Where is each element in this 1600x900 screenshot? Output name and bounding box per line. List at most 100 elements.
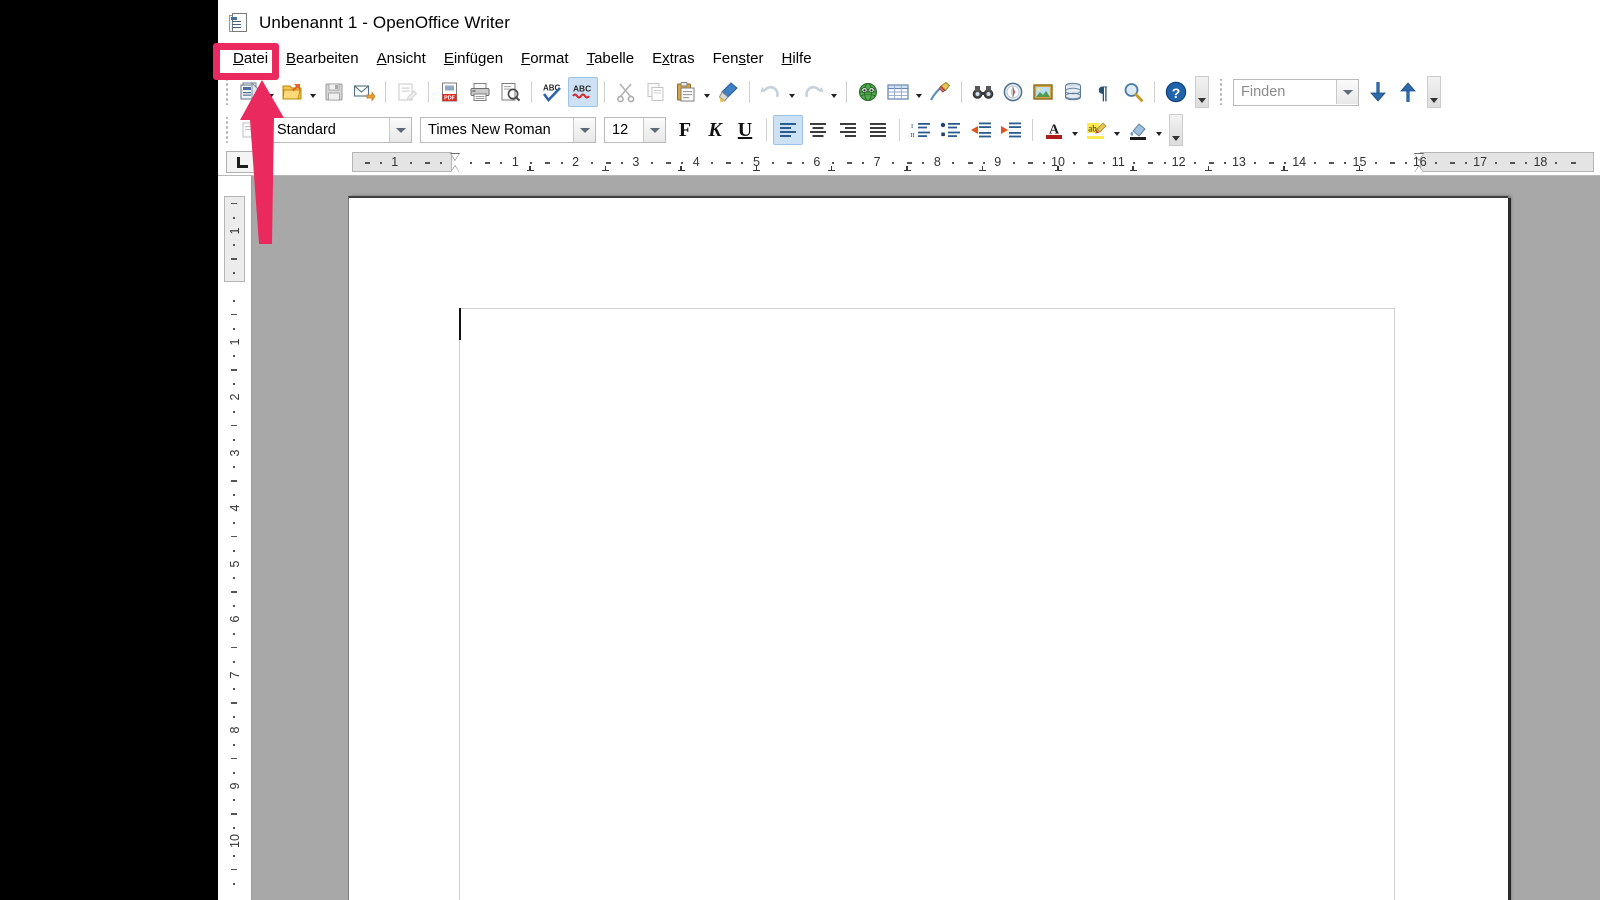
find-toolbar-grip[interactable] — [1217, 79, 1226, 105]
ruler-default-tab[interactable] — [1280, 166, 1288, 172]
new-document-icon[interactable] — [235, 77, 265, 107]
copy-icon[interactable] — [641, 77, 671, 107]
find-dropdown-icon[interactable] — [1336, 80, 1358, 104]
ruler-default-tab[interactable] — [1356, 166, 1363, 172]
ruler-left-indent-marker[interactable] — [449, 153, 461, 172]
cut-icon[interactable] — [611, 77, 641, 107]
font-color-dropdown-icon[interactable] — [1069, 116, 1081, 144]
menu-item-ansicht[interactable]: Ansicht — [368, 48, 435, 70]
background-color-icon[interactable] — [1123, 115, 1153, 145]
clone-formatting-icon[interactable] — [713, 77, 743, 107]
find-toolbar-overflow-icon[interactable] — [1427, 76, 1441, 108]
print-icon[interactable] — [465, 77, 495, 107]
zoom-icon[interactable] — [1118, 77, 1148, 107]
menu-item-datei[interactable]: Datei — [224, 48, 277, 70]
menu-item-tabelle[interactable]: Tabelle — [578, 48, 644, 70]
ruler-default-tab[interactable] — [677, 166, 685, 172]
highlighting-icon[interactable]: ab — [1081, 115, 1111, 145]
drawing-functions-icon[interactable] — [925, 77, 955, 107]
navigator-icon[interactable] — [998, 77, 1028, 107]
align-left-icon[interactable] — [773, 115, 803, 145]
find-input-value[interactable]: Finden — [1234, 84, 1336, 100]
find-previous-icon[interactable] — [1393, 77, 1423, 107]
italic-button[interactable]: K — [700, 115, 730, 145]
font-size-combo[interactable]: 12 — [604, 117, 666, 143]
menu-item-hilfe[interactable]: Hilfe — [773, 48, 821, 70]
send-email-icon[interactable] — [349, 77, 379, 107]
highlighting-dropdown-icon[interactable] — [1111, 116, 1123, 144]
menu-item-extras[interactable]: Extras — [643, 48, 704, 70]
font-size-dropdown-icon[interactable] — [643, 118, 665, 142]
vertical-ruler[interactable]: 1 1 2 3 4 5 6 7 8 9 10 — [218, 176, 252, 900]
ruler-default-tab[interactable] — [1054, 166, 1062, 172]
increase-indent-icon[interactable] — [996, 115, 1026, 145]
align-right-icon[interactable] — [833, 115, 863, 145]
menu-item-format[interactable]: Format — [512, 48, 578, 70]
paragraph-style-dropdown-icon[interactable] — [389, 118, 411, 142]
ruler-right-indent-marker[interactable] — [1414, 153, 1425, 172]
open-folder-icon[interactable] — [277, 77, 307, 107]
paste-dropdown-icon[interactable] — [701, 78, 713, 106]
edit-document-icon[interactable] — [392, 77, 422, 107]
paragraph-style-apply-icon[interactable] — [235, 115, 265, 145]
ruler-default-tab[interactable] — [1205, 166, 1213, 172]
document-canvas[interactable] — [252, 176, 1600, 900]
document-page[interactable] — [348, 196, 1511, 900]
hyperlink-icon[interactable] — [853, 77, 883, 107]
vruler-top-margin-area[interactable] — [224, 196, 245, 282]
open-dropdown-icon[interactable] — [307, 78, 319, 106]
ruler-right-margin-area[interactable] — [1419, 152, 1594, 172]
ruler-default-tab[interactable] — [1129, 166, 1137, 172]
help-icon[interactable]: ? — [1161, 77, 1191, 107]
bold-button[interactable]: F — [670, 115, 700, 145]
tab-stop-left-icon[interactable] — [226, 151, 258, 173]
data-sources-icon[interactable] — [1058, 77, 1088, 107]
formatting-marks-icon[interactable]: ¶ — [1088, 77, 1118, 107]
bullet-list-icon[interactable] — [936, 115, 966, 145]
formatting-toolbar-grip[interactable] — [223, 117, 232, 143]
font-color-icon[interactable]: A — [1039, 115, 1069, 145]
redo-dropdown-icon[interactable] — [828, 78, 840, 106]
font-size-value[interactable]: 12 — [605, 122, 643, 138]
ruler-default-tab[interactable] — [753, 166, 760, 172]
horizontal-ruler[interactable]: 1 1 2 3 4 5 6 7 8 9 10 11 12 13 14 15 16 17 18 — [352, 152, 1594, 172]
decrease-indent-icon[interactable] — [966, 115, 996, 145]
menu-item-bearbeiten[interactable]: Bearbeiten — [277, 48, 368, 70]
print-preview-icon[interactable] — [495, 77, 525, 107]
find-next-icon[interactable] — [1363, 77, 1393, 107]
paragraph-style-combo[interactable]: Standard — [269, 117, 412, 143]
formatting-toolbar-overflow-icon[interactable] — [1169, 114, 1183, 146]
align-center-icon[interactable] — [803, 115, 833, 145]
table-dropdown-icon[interactable] — [913, 78, 925, 106]
toolbar-grip[interactable] — [223, 79, 232, 105]
menu-item-fenster[interactable]: Fenster — [704, 48, 773, 70]
export-pdf-icon[interactable]: PDF — [435, 77, 465, 107]
font-name-combo[interactable]: Times New Roman — [420, 117, 596, 143]
background-color-dropdown-icon[interactable] — [1153, 116, 1165, 144]
standard-toolbar-overflow-icon[interactable] — [1195, 76, 1209, 108]
find-replace-icon[interactable] — [968, 77, 998, 107]
menu-item-einfuegen[interactable]: Einfügen — [435, 48, 512, 70]
ruler-default-tab[interactable] — [979, 166, 987, 172]
new-document-dropdown-icon[interactable] — [265, 78, 277, 106]
undo-icon[interactable] — [756, 77, 786, 107]
autospellcheck-icon[interactable]: ABC — [568, 77, 598, 107]
paragraph-style-value[interactable]: Standard — [270, 122, 389, 138]
underline-button[interactable]: U — [730, 115, 760, 145]
font-name-value[interactable]: Times New Roman — [421, 122, 573, 138]
ruler-default-tab[interactable] — [903, 166, 911, 172]
numbered-list-icon[interactable]: I II — [906, 115, 936, 145]
paste-icon[interactable] — [671, 77, 701, 107]
ruler-default-tab[interactable] — [602, 166, 610, 172]
undo-dropdown-icon[interactable] — [786, 78, 798, 106]
align-justify-icon[interactable] — [863, 115, 893, 145]
ruler-default-tab[interactable] — [828, 166, 836, 172]
save-icon[interactable] — [319, 77, 349, 107]
font-name-dropdown-icon[interactable] — [573, 118, 595, 142]
redo-icon[interactable] — [798, 77, 828, 107]
table-icon[interactable] — [883, 77, 913, 107]
gallery-icon[interactable] — [1028, 77, 1058, 107]
spellcheck-icon[interactable]: ABC — [538, 77, 568, 107]
ruler-default-tab[interactable] — [526, 166, 534, 172]
find-input[interactable]: Finden — [1233, 78, 1359, 106]
